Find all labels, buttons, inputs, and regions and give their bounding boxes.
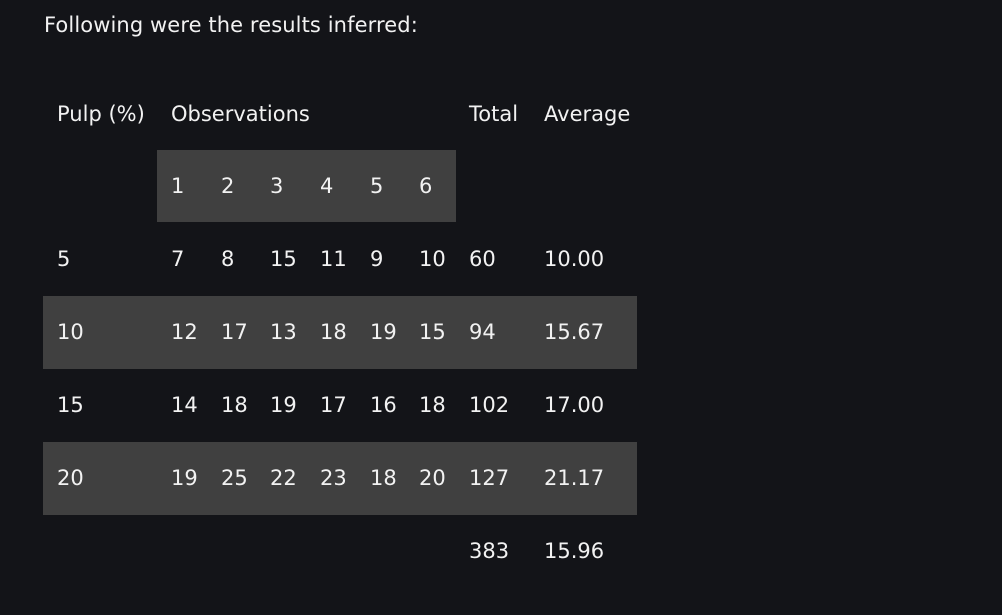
observation-cell: 23: [320, 466, 347, 490]
pulp-cell: 15: [57, 393, 84, 417]
observation-cell: 22: [270, 466, 297, 490]
table-row: 5 7 8 15 11 9 10 60 10.00: [43, 223, 637, 296]
observation-number: 1: [171, 174, 185, 198]
observation-cell: 14: [171, 393, 198, 417]
results-table: Pulp (%) Observations Total Average 1 2 …: [43, 77, 637, 588]
observation-cell: 13: [270, 320, 297, 344]
intro-text: Following were the results inferred:: [44, 13, 418, 37]
observation-cell: 18: [221, 393, 248, 417]
observation-cell: 18: [419, 393, 446, 417]
observation-cell: 20: [419, 466, 446, 490]
observation-number: 5: [370, 174, 384, 198]
average-cell: 21.17: [544, 466, 605, 490]
header-pulp: Pulp (%): [57, 102, 145, 126]
total-cell: 127: [469, 466, 510, 490]
observation-cell: 10: [419, 247, 446, 271]
table-row: 10 12 17 13 18 19 15 94 15.67: [43, 296, 637, 369]
header-average: Average: [544, 102, 631, 126]
observation-cell: 9: [370, 247, 384, 271]
observation-number: 2: [221, 174, 235, 198]
observation-cell: 19: [370, 320, 397, 344]
summary-row: 383 15.96: [43, 515, 637, 588]
pulp-cell: 10: [57, 320, 84, 344]
grand-total-cell: 383: [469, 539, 510, 563]
observation-cell: 17: [221, 320, 248, 344]
table-header-row: Pulp (%) Observations Total Average: [43, 77, 637, 150]
observation-cell: 15: [270, 247, 297, 271]
observation-cell: 19: [270, 393, 297, 417]
observation-cell: 19: [171, 466, 198, 490]
observation-cell: 17: [320, 393, 347, 417]
average-cell: 15.67: [544, 320, 605, 344]
total-cell: 60: [469, 247, 496, 271]
observation-cell: 7: [171, 247, 185, 271]
header-observations: Observations: [171, 102, 310, 126]
observation-cell: 18: [370, 466, 397, 490]
observation-cell: 16: [370, 393, 397, 417]
average-cell: 17.00: [544, 393, 605, 417]
pulp-cell: 20: [57, 466, 84, 490]
observation-number: 4: [320, 174, 334, 198]
grand-average-cell: 15.96: [544, 539, 605, 563]
observation-cell: 15: [419, 320, 446, 344]
observation-cell: 25: [221, 466, 248, 490]
observation-number: 6: [419, 174, 433, 198]
observation-number-band: [157, 150, 456, 222]
total-cell: 94: [469, 320, 496, 344]
header-total: Total: [469, 102, 519, 126]
observation-cell: 8: [221, 247, 235, 271]
pulp-cell: 5: [57, 247, 71, 271]
table-row: 20 19 25 22 23 18 20 127 21.17: [43, 442, 637, 515]
total-cell: 102: [469, 393, 510, 417]
observation-number-row: 1 2 3 4 5 6: [43, 150, 637, 223]
observation-cell: 18: [320, 320, 347, 344]
average-cell: 10.00: [544, 247, 605, 271]
table-row: 15 14 18 19 17 16 18 102 17.00: [43, 369, 637, 442]
page: Following were the results inferred: Pul…: [0, 0, 1002, 615]
observation-number: 3: [270, 174, 284, 198]
observation-cell: 12: [171, 320, 198, 344]
observation-cell: 11: [320, 247, 347, 271]
